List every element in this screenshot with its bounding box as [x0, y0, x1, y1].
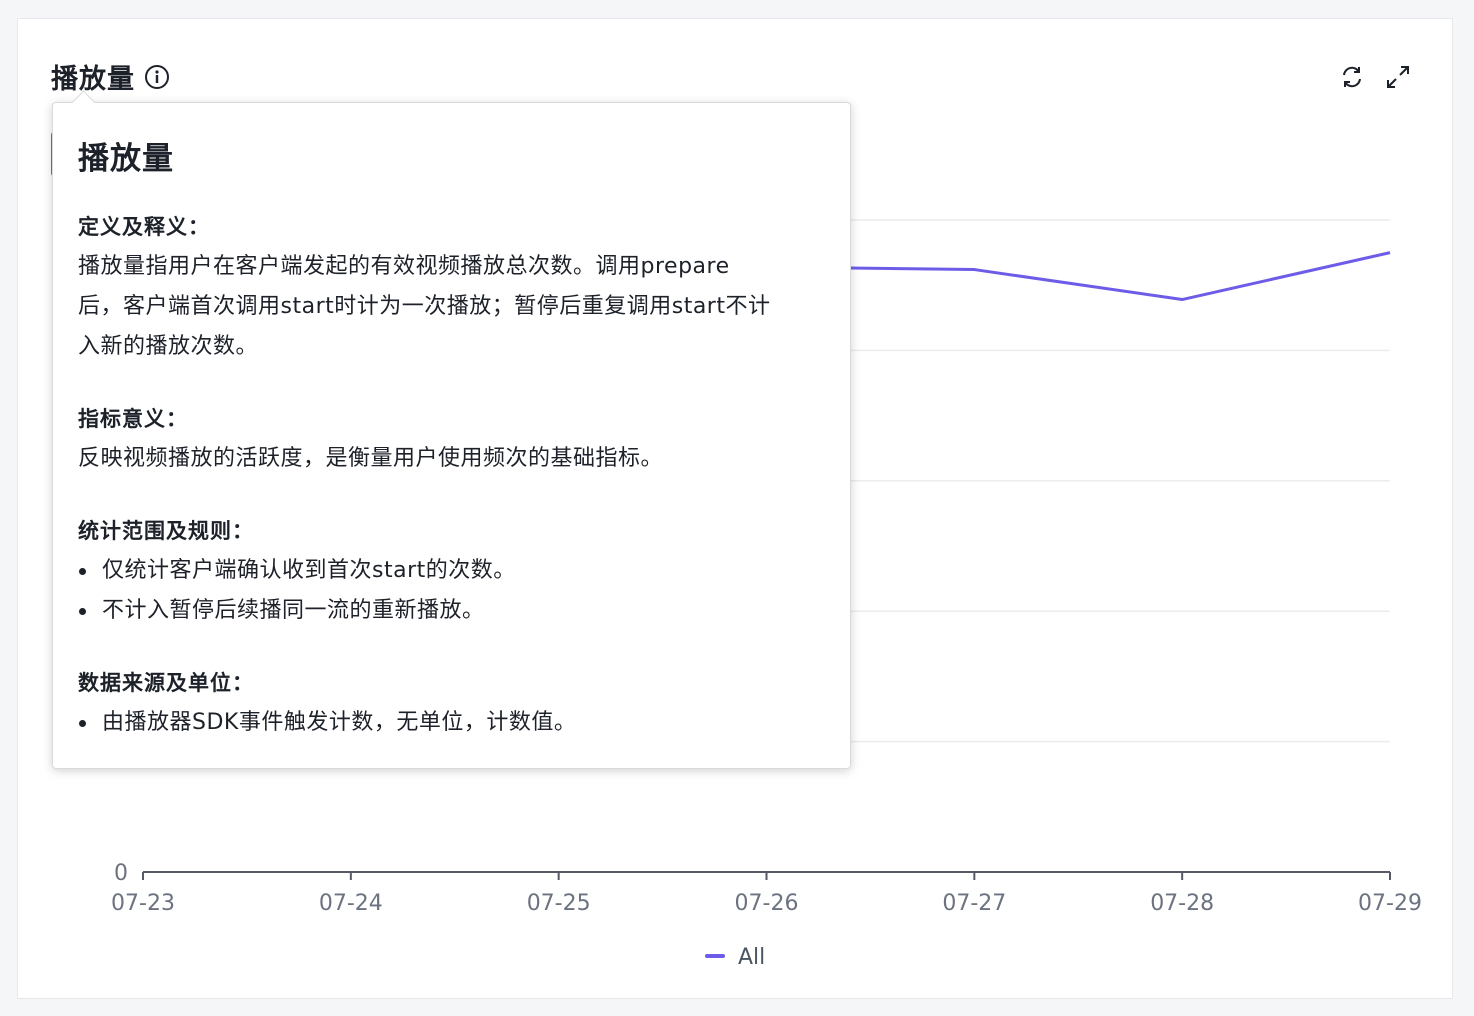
series-line-all	[766, 251, 1391, 302]
section-line: 入新的播放次数。	[78, 334, 259, 359]
section-line: 播放量指用户在客户端发起的有效视频播放总次数。调用prepare	[78, 254, 730, 279]
tooltip-title: 播放量	[78, 141, 174, 177]
x-tick-label: 07-27	[942, 891, 1006, 916]
tooltip-section-meaning: 指标意义： 反映视频播放的活跃度，是衡量用户使用频次的基础指标。	[78, 399, 838, 479]
x-tick-label: 07-28	[1150, 891, 1214, 916]
x-tick-label: 07-23	[111, 891, 175, 916]
tooltip-section-scope: 统计范围及规则： 仅统计客户端确认收到首次start的次数。 不计入暂停后续播同…	[78, 511, 838, 631]
tooltip-section-source: 数据来源及单位： 由播放器SDK事件触发计数，无单位，计数值。	[78, 663, 838, 743]
section-heading: 统计范围及规则：	[78, 519, 254, 543]
legend-label: All	[738, 945, 765, 970]
x-tick-label: 07-29	[1358, 891, 1422, 916]
section-line: 后，客户端首次调用start时计为一次播放；暂停后重复调用start不计	[78, 294, 771, 319]
x-tick-label: 07-26	[735, 891, 799, 916]
bullet-item: 由播放器SDK事件触发计数，无单位，计数值。	[78, 703, 838, 743]
bullet-item: 仅统计客户端确认收到首次start的次数。	[78, 551, 838, 591]
section-heading: 数据来源及单位：	[78, 671, 254, 695]
x-tick-label: 07-24	[319, 891, 383, 916]
section-heading: 定义及释义：	[78, 215, 210, 239]
section-heading: 指标意义：	[78, 407, 188, 431]
section-line: 反映视频播放的活跃度，是衡量用户使用频次的基础指标。	[78, 446, 664, 471]
tooltip-section-definition: 定义及释义： 播放量指用户在客户端发起的有效视频播放总次数。调用prepare …	[78, 207, 838, 367]
metric-tooltip: 播放量 定义及释义： 播放量指用户在客户端发起的有效视频播放总次数。调用prep…	[52, 90, 851, 769]
x-tick-label: 07-25	[527, 891, 591, 916]
y-tick-label: 0	[114, 861, 128, 886]
bullet-item: 不计入暂停后续播同一流的重新播放。	[78, 591, 838, 631]
